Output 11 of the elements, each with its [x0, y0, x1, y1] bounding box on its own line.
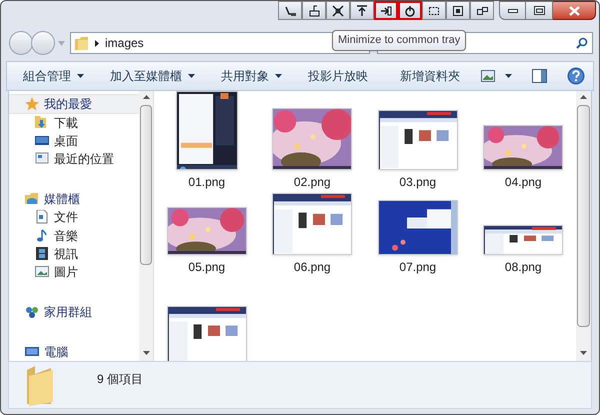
address-text: images — [105, 35, 144, 52]
file-name: 07.png — [399, 259, 436, 276]
file-name: 01.png — [188, 174, 226, 191]
tooltip: Minimize to common tray — [332, 30, 466, 50]
item-count: 9 個項目 — [97, 371, 144, 388]
file-name: 02.png — [294, 174, 331, 191]
file-name: 03.png — [399, 174, 436, 191]
file-name: 04.png — [504, 174, 542, 191]
file-name: 06.png — [294, 259, 331, 276]
file-name: 05.png — [188, 259, 226, 276]
file-name: 08.png — [504, 259, 542, 276]
